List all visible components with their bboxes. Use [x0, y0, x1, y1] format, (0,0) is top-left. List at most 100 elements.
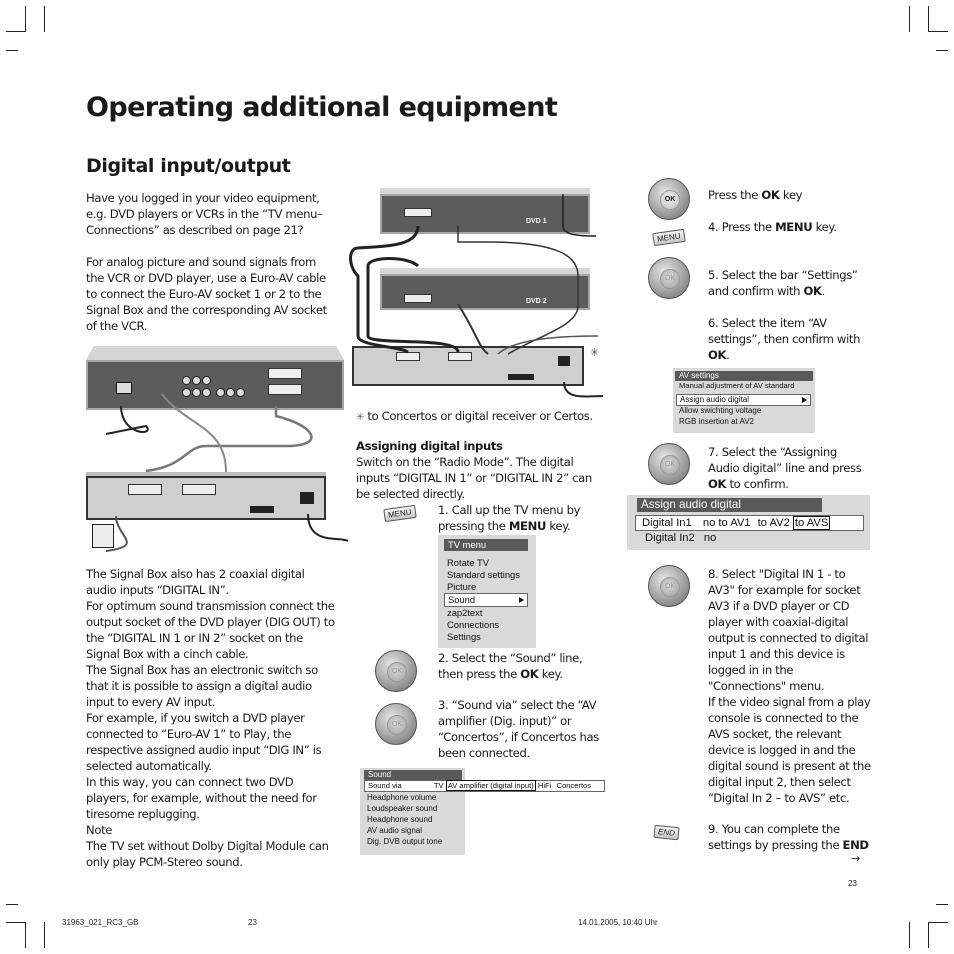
av-settings-item[interactable]: RGB insertion at AV2	[676, 417, 815, 427]
assigning-heading: Assigning digital inputs	[356, 439, 503, 453]
step-9: 9. You can complete the settings by pres…	[708, 821, 872, 853]
navigation-dpad-icon: OK	[375, 650, 417, 692]
footnote-text: to Concertos or digital receiver or Cert…	[367, 409, 593, 423]
crop-mark	[936, 904, 948, 905]
end-key-icon: END	[653, 824, 680, 841]
text-line: In this way, you can connect two DVD pla…	[86, 775, 317, 821]
text-line: For optimum sound transmission connect t…	[86, 599, 335, 661]
asterisk-marker: ✳	[356, 412, 365, 423]
step-text: .	[821, 284, 826, 298]
tv-menu-item-selected[interactable]: Sound	[444, 593, 528, 607]
crop-mark	[936, 50, 948, 51]
crop-mark	[44, 922, 45, 948]
tv-menu-item[interactable]: Standard settings	[444, 569, 536, 581]
text-line: The Signal Box has an electronic switch …	[86, 663, 318, 709]
step-text: Press the	[708, 188, 762, 202]
digital-in2-row[interactable]: Digital In2 no	[642, 531, 870, 545]
intro-paragraph: Have you logged in your video equipment,…	[86, 190, 334, 334]
step-text: key.	[812, 220, 837, 234]
note-label: Note	[86, 823, 113, 837]
av-settings-item-selected[interactable]: Assign audio digital	[676, 393, 811, 407]
tv-menu-item[interactable]: zap2text	[444, 607, 536, 619]
text-line: For example, if you switch a DVD player …	[86, 711, 322, 773]
digital-in1-option[interactable]: no	[703, 517, 715, 529]
sound-menu-item[interactable]: Loudspeaker sound	[364, 803, 465, 814]
arrow-right-icon	[802, 397, 807, 404]
ok-key: OK	[660, 269, 680, 289]
cable-lines	[105, 393, 349, 552]
sound-via-row[interactable]: Sound via TV AV amplifier (digital input…	[364, 780, 605, 792]
text-line: The Signal Box also has 2 coaxial digita…	[86, 567, 305, 597]
crop-mark	[44, 6, 45, 32]
sound-menu-header: Sound	[364, 770, 462, 780]
key-name: MENU	[508, 519, 547, 533]
digital-in1-label: Digital In1	[642, 517, 692, 529]
ok-key: OK	[660, 190, 680, 210]
digital-in2-label: Digital In2	[645, 532, 695, 544]
step-text: 6. Select the item “AV settings”, then c…	[708, 316, 861, 346]
step-text: 4. Press the	[708, 220, 776, 234]
crop-mark	[25, 922, 26, 948]
crop-mark	[6, 31, 25, 32]
sound-via-option[interactable]: HiFi	[538, 781, 552, 790]
menu-key-icon: MENU	[383, 504, 417, 523]
assign-audio-menu: Assign audio digital Digital In1 no to A…	[627, 495, 870, 550]
sound-via-option[interactable]: Concertos	[556, 781, 591, 790]
tv-menu-item-label: Sound	[448, 594, 476, 605]
step-text: 7. Select the “Assigning Audio digital” …	[708, 445, 862, 475]
ok-button-icon: OK	[648, 178, 690, 220]
crop-mark	[928, 31, 948, 32]
digital-in1-option-selected[interactable]: to AVS	[792, 516, 831, 530]
sound-via-option-selected[interactable]: AV amplifier (digital input)	[445, 780, 536, 791]
step-1: 1. Call up the TV menu by pressing the M…	[438, 502, 608, 534]
analog-text: For analog picture and sound signals fro…	[86, 255, 327, 333]
crop-mark	[928, 6, 929, 32]
key-name: OK	[708, 348, 727, 362]
tv-menu-item[interactable]: Settings	[444, 631, 536, 643]
av-settings-item[interactable]: Manual adjustment of AV standard	[676, 381, 815, 391]
sound-menu-item[interactable]: Dig. DVB output tone	[364, 836, 465, 847]
connection-diagram-vcr	[86, 346, 351, 556]
digital-in1-option[interactable]: to AV1	[718, 517, 750, 529]
digital-in1-row[interactable]: Digital In1 no to AV1 to AV2 to AVS	[635, 515, 864, 531]
ok-key: OK	[660, 577, 680, 597]
step-8: 8. Select "Digital IN 1 - to AV3" for ex…	[708, 566, 872, 806]
step-text: 5. Select the bar “Settings” and confirm…	[708, 268, 858, 298]
crop-mark	[928, 922, 948, 923]
press-ok-instruction: Press the OK key	[708, 187, 803, 203]
tv-menu-item[interactable]: Picture	[444, 581, 536, 593]
tv-menu-item[interactable]: Rotate TV	[444, 557, 536, 569]
key-name: OK	[803, 284, 822, 298]
footer-file-name: 31963_021_RC3_GB	[62, 918, 139, 927]
tv-menu-item[interactable]: Connections	[444, 619, 536, 631]
sound-via-option[interactable]: TV	[434, 781, 444, 790]
av-settings-menu: AV settings Manual adjustment of AV stan…	[673, 368, 815, 433]
key-name: MENU	[775, 220, 813, 234]
key-name: OK	[761, 188, 780, 202]
step-text: key.	[538, 667, 563, 681]
crop-mark	[909, 922, 910, 948]
digital-in-text: The Signal Box also has 2 coaxial digita…	[86, 566, 338, 870]
sound-menu-item[interactable]: AV audio signal	[364, 825, 465, 836]
av-settings-item[interactable]: Allow swichting voltage	[676, 406, 815, 416]
menu-key-icon: MENU	[652, 228, 686, 247]
footer-timestamp: 14.01.2005, 10:40 Uhr	[578, 918, 658, 927]
sound-menu-item[interactable]: Headphone sound	[364, 814, 465, 825]
section-title: Digital input/output	[86, 155, 291, 177]
sound-menu-item[interactable]: Headphone volume	[364, 792, 465, 803]
step-text: .	[726, 348, 730, 362]
digital-in1-option[interactable]: to AV2	[758, 517, 790, 529]
cable-lines	[349, 194, 604, 398]
av-settings-item-label: Assign audio digital	[680, 394, 749, 404]
navigation-dpad-icon: OK	[648, 443, 690, 485]
navigation-dpad-icon: OK	[648, 257, 690, 299]
digital-in2-value[interactable]: no	[704, 532, 716, 544]
tv-menu-header: TV menu	[444, 539, 528, 551]
page-number: 23	[848, 879, 857, 888]
crop-mark	[6, 50, 18, 51]
key-name: END	[842, 838, 870, 852]
step-8-avs-text: If the video signal from a play console …	[708, 695, 871, 805]
step-2: 2. Select the “Sound” line, then press t…	[438, 650, 608, 682]
sound-via-label: Sound via	[368, 781, 402, 790]
step-text: key	[779, 188, 803, 202]
